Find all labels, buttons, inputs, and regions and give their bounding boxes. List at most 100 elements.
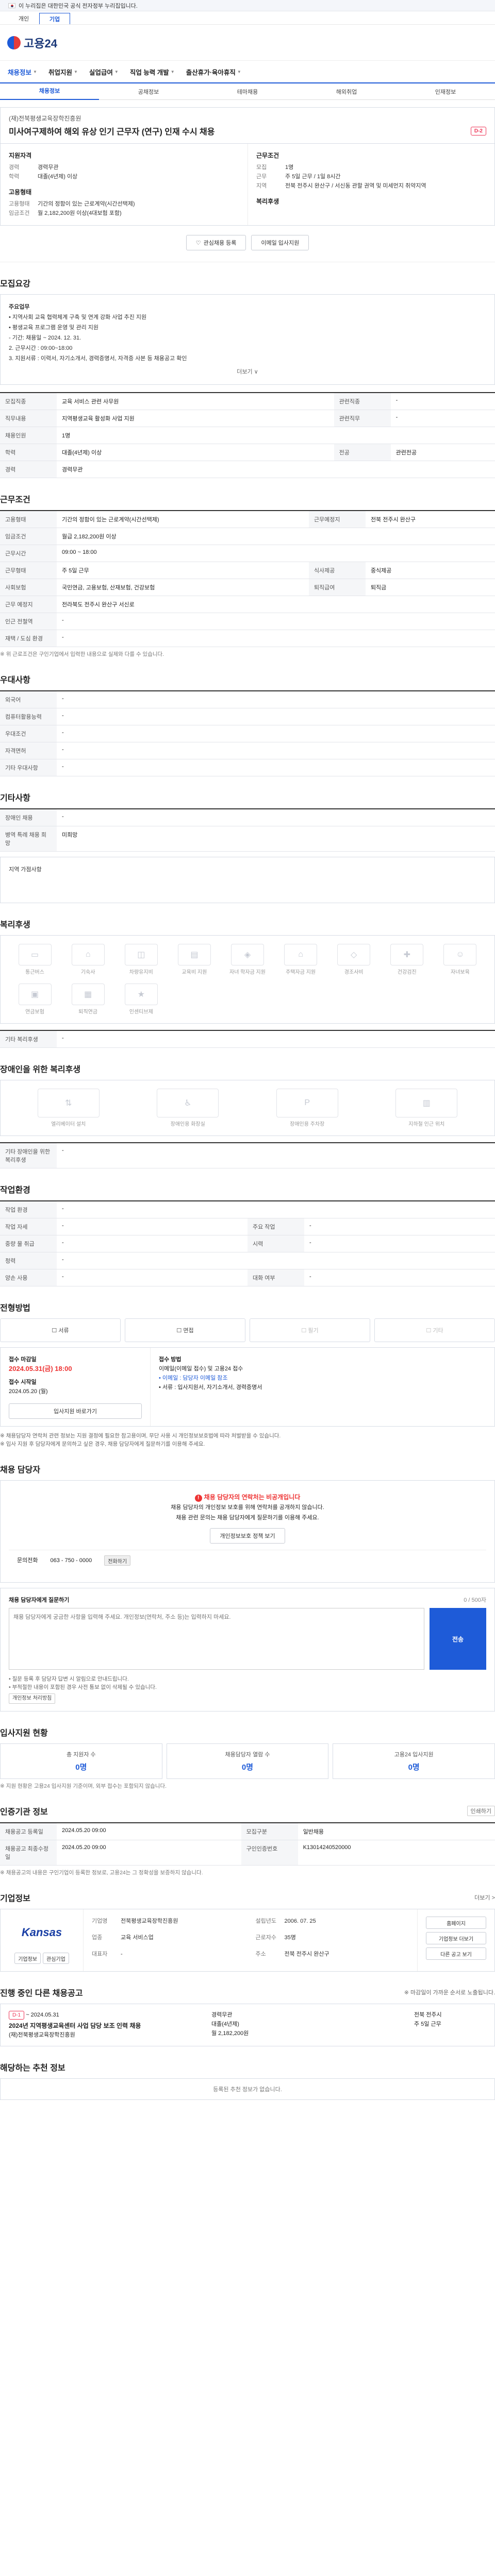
nav-item-jobs[interactable]: 채용정보 ▼: [2, 60, 43, 83]
favorite-button[interactable]: ♡ 관심채용 등록: [186, 235, 246, 250]
incentive-icon: ★: [124, 984, 158, 1005]
table-key: 관련직종: [334, 393, 391, 410]
contact-value: 063 - 750 - 0000: [50, 1557, 92, 1564]
nav-item-leave[interactable]: 출산휴가·육아휴직 ▼: [180, 60, 247, 83]
disability-grid: ⇅ 엘리베이터 설치 ♿ 장애인용 화장실 P 장애인용 주차장 ▥ 지하철 인근 위치: [0, 1080, 495, 1136]
call-button[interactable]: 전화하기: [104, 1555, 131, 1566]
welfare-label: 자녀 학자금 지원: [229, 970, 266, 975]
privacy-policy-button[interactable]: 개인정보보호 정책 보기: [210, 1528, 285, 1544]
apply-note: ※ 채용담당자 연락처 관련 정보는 지원 결정에 필요한 참고용이며, 무단 …: [0, 1433, 281, 1439]
recruit-heading: 주요업무: [9, 304, 30, 310]
school-icon: ◈: [230, 944, 264, 965]
house-icon: ⌂: [284, 944, 318, 965]
favorite-company-button[interactable]: 관심기업: [43, 1953, 69, 1964]
company-info: 기업명 전북평생교육장학진흥원 설립년도 2006. 07. 25 업종 교육 서비스…: [83, 1909, 417, 1971]
nav-item-support[interactable]: 취업지원 ▼: [43, 60, 84, 83]
nav-item-benefits[interactable]: 실업급여 ▼: [84, 60, 124, 83]
table-key: 학력: [0, 444, 57, 461]
subnav-item-public[interactable]: 공채정보: [99, 88, 198, 96]
other-job-date: ~ 2024.05.31: [26, 2012, 59, 2018]
step-label: 필기: [308, 1328, 319, 1334]
other-job-right: 전북 전주시 주 5일 근무: [414, 2010, 486, 2040]
other-job-card[interactable]: D-1 ~ 2024.05.31 2024년 지역평생교육센터 사업 담당 보조…: [0, 2004, 495, 2046]
company-value: 전북평생교육장학진흥원: [121, 1918, 178, 1924]
table-key: 작업 환경: [0, 1201, 57, 1218]
disability-label: 지하철 인근 위치: [408, 1122, 445, 1127]
method-line: 이메일(이메일 접수) 및 고용24 접수: [159, 1366, 243, 1372]
table-row: 기타 장애인을 위한 복리후생 -: [0, 1143, 495, 1168]
company-name[interactable]: (재)전북평생교육장학진흥원: [9, 114, 486, 123]
disability-label: 엘리베이터 설치: [51, 1122, 86, 1127]
nav-item-training[interactable]: 직업 능력 개발 ▼: [124, 60, 180, 83]
section-title: 해당하는 추천 정보: [0, 2064, 65, 2073]
company-more-link[interactable]: 더보기 >: [474, 1893, 495, 1902]
table-value: -: [304, 1218, 495, 1235]
other-jobs-button[interactable]: 다른 공고 보기: [426, 1947, 486, 1960]
sub-nav: 채용정보 공채정보 테마채용 해외취업 인재정보: [0, 83, 495, 100]
welfare-label: 인센티브제: [129, 1009, 153, 1015]
summary-heading: 근무조건: [256, 152, 279, 159]
welfare-item: ✚ 건강검진: [383, 944, 431, 975]
apply-button[interactable]: 입사지원 바로가기: [9, 1403, 142, 1419]
table-row: 양손 사용 - 대화 여부 -: [0, 1269, 495, 1286]
subnav-item-talent[interactable]: 인재정보: [396, 88, 495, 96]
inquiry-note: • 부적절한 내용이 포함된 경우 사전 통보 없이 삭제될 수 있습니다.: [9, 1684, 157, 1690]
summary-key: 경력: [9, 164, 20, 171]
table-value: 미희망: [57, 826, 495, 852]
job-actions: ♡ 관심채용 등록 이메일 입사지원: [0, 226, 495, 262]
similar-empty: 등록된 추천 정보가 없습니다.: [0, 2078, 495, 2100]
heart-icon: ♡: [195, 240, 201, 246]
company-more-button[interactable]: 기업정보 더보기: [426, 1932, 486, 1944]
company-info-button[interactable]: 기업정보: [14, 1953, 41, 1964]
subnav-item-overseas[interactable]: 해외취업: [297, 88, 396, 96]
section-title: 모집요강: [0, 280, 30, 289]
homepage-button[interactable]: 홈페이지: [426, 1917, 486, 1929]
inquiry-header: 채용 담당자에게 질문하기 0 / 500자: [9, 1596, 486, 1604]
table-key: 기타 복리후생: [0, 1030, 57, 1048]
table-value: -: [57, 1235, 248, 1252]
print-button[interactable]: 인쇄하기: [467, 1806, 495, 1816]
env-table: 작업 환경 - 작업 자세 - 주요 작업 - 중량 물 취급 - 시력 - 청력 - 양손 사…: [0, 1200, 495, 1286]
privacy-button[interactable]: 개인정보 처리방침: [9, 1693, 56, 1704]
table-value: 교육 서비스 관련 사무원: [57, 393, 334, 410]
welfare-item: ▣ 연금보험: [11, 984, 59, 1015]
company-row: 업종 교육 서비스업: [92, 1933, 245, 1947]
other-jobs-note: ※ 마감일이 가까운 순서로 노출됩니다.: [404, 1990, 495, 1996]
check-icon: ☐: [301, 1327, 308, 1334]
inquiry-textarea[interactable]: [9, 1608, 424, 1670]
process-step: ☐ 기타: [374, 1318, 495, 1342]
email-apply-button[interactable]: 이메일 입사지원: [251, 235, 309, 250]
other-job-info-line: 대졸(4년제): [211, 2021, 239, 2027]
site-logo[interactable]: 고용24: [7, 35, 57, 51]
section-title: 장애인을 위한 복리후생: [0, 1065, 81, 1074]
recruit-line: - 기간: 채용일 ~ 2024. 12. 31.: [9, 335, 81, 341]
company-value: 35명: [284, 1935, 296, 1941]
company-row: 설립년도 2006. 07. 25: [256, 1917, 409, 1931]
other-job-title[interactable]: 2024년 지역평생교육센터 사업 담당 보조 인력 채용: [9, 2021, 203, 2030]
contact-label: 문의전화: [17, 1557, 38, 1564]
table-value: 09:00 ~ 18:00: [57, 545, 495, 562]
disability-label: 장애인용 주차장: [290, 1122, 325, 1127]
chevron-down-icon: ▼: [237, 69, 241, 74]
table-key: 퇴직급여: [308, 579, 366, 596]
more-button[interactable]: 더보기 ∨: [9, 367, 486, 377]
table-key: 채용공고 최종수정일: [0, 1840, 57, 1866]
site-tab-company[interactable]: 기업: [39, 13, 70, 24]
table-value: 전북 전주시 완산구: [365, 511, 495, 528]
subnav-item-jobs[interactable]: 채용정보: [0, 83, 99, 100]
table-key: 근무시간: [0, 545, 57, 562]
subnav-item-theme[interactable]: 테마채용: [198, 88, 297, 96]
welfare-item: ◫ 차량유지비: [117, 944, 165, 975]
table-row: 작업 환경 -: [0, 1201, 495, 1218]
section-title: 채용 담당자: [0, 1466, 41, 1475]
job-header: (재)전북평생교육장학진흥원 미사여구제하여 해외 유상 인기 근무자 (연구)…: [0, 107, 495, 144]
table-row: 임금조건 월급 2,182,200원 이상: [0, 528, 495, 545]
status-value: 0명: [75, 1763, 87, 1772]
check-icon: ☐: [52, 1327, 59, 1334]
table-key: 병역 특례 채용 희망: [0, 826, 57, 852]
table-key: 구인인증번호: [241, 1840, 298, 1866]
other-table: 장애인 채용 - 병역 특례 채용 희망 미희망: [0, 808, 495, 852]
table-key: 채용인원: [0, 427, 57, 444]
send-button[interactable]: 전송: [430, 1608, 486, 1670]
site-tab-personal[interactable]: 개인: [8, 13, 39, 24]
